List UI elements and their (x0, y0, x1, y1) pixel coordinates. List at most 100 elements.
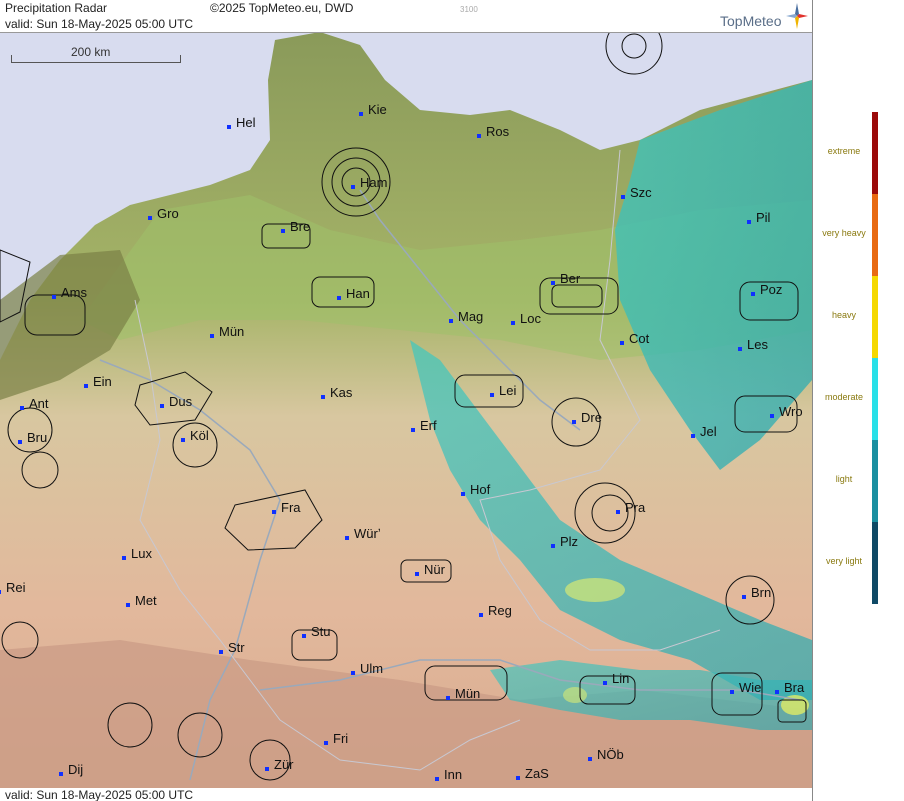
city-label: Erf (411, 418, 437, 433)
city-marker-icon (551, 544, 555, 548)
city-label: Kie (359, 102, 387, 117)
map-footer: valid: Sun 18-May-2025 05:00 UTC (0, 788, 812, 801)
city-name: Lin (612, 671, 630, 686)
city-name: Fra (281, 500, 301, 515)
city-marker-icon (516, 776, 520, 780)
city-label: Ulm (351, 661, 384, 676)
compass-logo-icon (786, 3, 808, 29)
city-label: Lux (122, 546, 152, 561)
city-name: Wie (739, 680, 762, 695)
city-name: Han (346, 286, 370, 301)
city-marker-icon (415, 572, 419, 576)
valid-time: valid: Sun 18-May-2025 05:00 UTC (5, 17, 194, 31)
city-marker-icon (84, 384, 88, 388)
city-marker-icon (351, 185, 355, 189)
city-marker-icon (321, 395, 325, 399)
city-marker-icon (122, 556, 126, 560)
city-name: ZaS (525, 766, 549, 781)
city-name: Ros (486, 124, 510, 139)
city-marker-icon (446, 696, 450, 700)
city-marker-icon (20, 406, 24, 410)
city-name: Pil (756, 210, 771, 225)
city-marker-icon (52, 295, 56, 299)
city-name: Nür (424, 562, 445, 577)
city-label: Ant (20, 396, 49, 411)
city-label: Bru (18, 430, 48, 445)
city-name: Kie (368, 102, 387, 117)
city-label: Kas (321, 385, 352, 400)
city-label: Jel (691, 424, 717, 439)
city-label: Mün (210, 324, 244, 339)
city-label: Pra (616, 500, 645, 515)
footer-valid-time: valid: Sun 18-May-2025 05:00 UTC (5, 788, 194, 801)
city-name: Ulm (360, 661, 384, 676)
city-name: Dus (169, 394, 193, 409)
city-label: Les (738, 337, 768, 352)
city-label: Fra (272, 500, 301, 515)
city-marker-icon (620, 341, 624, 345)
city-marker-icon (265, 767, 269, 771)
city-label: Bra (775, 680, 805, 695)
city-label: Poz (751, 282, 782, 297)
city-label: Szc (621, 185, 652, 200)
city-name: Bre (290, 219, 311, 234)
map-header: Precipitation Radar ©2025 TopMeteo.eu, D… (0, 0, 812, 33)
city-name: Ein (93, 374, 112, 389)
city-label: Nür (415, 562, 445, 577)
city-name: Szc (630, 185, 652, 200)
city-marker-icon (747, 220, 751, 224)
city-marker-icon (272, 510, 276, 514)
legend-label: very light (825, 556, 862, 566)
city-name: Bru (27, 430, 48, 445)
city-label: Plz (551, 534, 578, 549)
city-name: Ber (560, 271, 581, 286)
city-marker-icon (730, 690, 734, 694)
city-name: Gro (157, 206, 179, 221)
city-name: Hof (470, 482, 491, 497)
city-label: Reg (479, 603, 512, 618)
city-label: Brn (742, 585, 772, 600)
radar-map[interactable]: Precipitation Radar ©2025 TopMeteo.eu, D… (0, 0, 813, 801)
city-name: Reg (488, 603, 512, 618)
city-name: Jel (700, 424, 717, 439)
city-name: Bra (784, 680, 805, 695)
city-marker-icon (324, 741, 328, 745)
city-name: Brn (751, 585, 772, 600)
city-name: Ant (29, 396, 49, 411)
city-marker-icon (621, 195, 625, 199)
city-marker-icon (616, 510, 620, 514)
radar-cell-light (563, 687, 587, 703)
city-label: Dus (160, 394, 193, 409)
city-marker-icon (219, 650, 223, 654)
city-label: Hel (227, 115, 256, 130)
city-marker-icon (775, 690, 779, 694)
city-label: NÖb (588, 747, 624, 762)
legend-color-bar (872, 112, 878, 194)
scale-bar (11, 55, 181, 63)
city-name: Dij (68, 762, 84, 777)
city-name: Mün (455, 686, 481, 701)
city-label: Gro (148, 206, 179, 221)
city-name: Mag (458, 309, 484, 324)
city-label: Fri (324, 731, 348, 746)
city-marker-icon (551, 281, 555, 285)
city-marker-icon (588, 757, 592, 761)
city-marker-icon (281, 229, 285, 233)
legend-label: moderate (824, 392, 864, 402)
city-name: Ams (61, 285, 87, 300)
city-label: Lin (603, 671, 630, 686)
city-name: Erf (420, 418, 437, 433)
city-marker-icon (18, 440, 22, 444)
city-label: ZaS (516, 766, 549, 781)
city-label: Ein (84, 374, 112, 389)
city-name: Lei (499, 383, 517, 398)
city-label: Met (126, 593, 157, 608)
city-label: Mün (446, 686, 481, 701)
city-label: Loc (511, 311, 541, 326)
city-name: Stu (311, 624, 331, 639)
city-name: Zür (274, 757, 294, 772)
brand-logo-text: TopMeteo (720, 13, 782, 29)
legend-color-bar (872, 358, 878, 440)
city-name: Cot (629, 331, 650, 346)
legend-label: heavy (831, 310, 857, 320)
